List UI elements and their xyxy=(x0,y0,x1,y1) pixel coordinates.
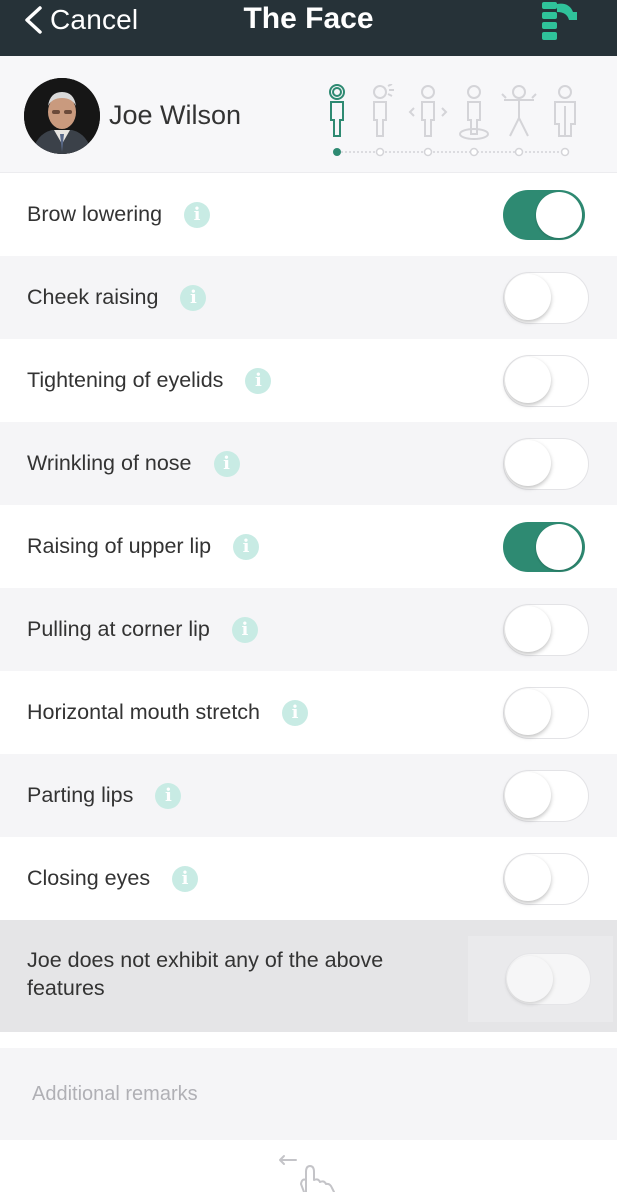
feature-row-tightening-eyelids: Tightening of eyelids i xyxy=(0,339,617,422)
feature-toggle[interactable] xyxy=(503,603,589,656)
info-icon[interactable]: i xyxy=(231,616,258,643)
info-icon[interactable]: i xyxy=(184,201,211,228)
person-floor-icon[interactable] xyxy=(459,85,489,140)
feature-toggle[interactable] xyxy=(503,189,585,240)
toggle-knob xyxy=(507,955,553,1002)
feature-label: Raising of upper lip xyxy=(27,534,212,558)
feature-toggle[interactable] xyxy=(503,271,589,324)
person-full-icon[interactable] xyxy=(554,85,576,137)
feature-row-pulling-corner-lip: Pulling at corner lip i xyxy=(0,588,617,671)
page-title: The Face xyxy=(243,2,374,35)
toggle-knob xyxy=(505,606,551,652)
person-body-icon[interactable] xyxy=(501,85,537,137)
feature-list: Brow lowering i Cheek raising i Tighteni… xyxy=(0,173,617,920)
feature-label: Horizontal mouth stretch xyxy=(27,700,261,724)
feature-toggle[interactable] xyxy=(503,354,589,407)
info-icon[interactable]: i xyxy=(282,699,309,726)
feature-label: Cheek raising xyxy=(27,285,159,309)
feature-toggle[interactable] xyxy=(503,852,589,905)
person-speech-icon[interactable] xyxy=(373,84,394,137)
feature-toggle[interactable] xyxy=(503,769,589,822)
app-logo-icon xyxy=(542,2,577,40)
toggle-knob xyxy=(505,357,551,403)
feature-toggle[interactable] xyxy=(503,521,585,572)
feature-label: Parting lips xyxy=(27,783,134,807)
additional-remarks-field[interactable]: Additional remarks xyxy=(0,1048,617,1140)
toggle-knob xyxy=(536,191,582,238)
person-arrows-icon[interactable] xyxy=(408,85,448,137)
person-head-icon[interactable] xyxy=(329,84,345,137)
stage-dot xyxy=(514,147,524,157)
stage-dot-active xyxy=(333,148,341,156)
stage-dot xyxy=(469,147,479,157)
feature-row-cheek-raising: Cheek raising i xyxy=(0,256,617,339)
patient-header: Joe Wilson xyxy=(0,56,617,173)
none-of-above-row: Joe does not exhibit any of the above fe… xyxy=(0,920,617,1032)
info-icon[interactable]: i xyxy=(172,865,199,892)
info-icon[interactable]: i xyxy=(213,450,240,477)
nav-bar: Cancel The Face xyxy=(0,0,617,56)
avatar[interactable] xyxy=(24,78,100,154)
none-of-above-label: Joe does not exhibit any of the above fe… xyxy=(27,948,384,1000)
none-toggle-container xyxy=(468,936,613,1022)
feature-toggle[interactable] xyxy=(503,686,589,739)
feature-label: Closing eyes xyxy=(27,866,151,890)
info-icon[interactable]: i xyxy=(245,367,272,394)
avatar-photo-icon xyxy=(24,78,100,154)
feature-label: Tightening of eyelids xyxy=(27,368,224,392)
info-icon[interactable]: i xyxy=(155,782,182,809)
feature-row-closing-eyes: Closing eyes i xyxy=(0,837,617,920)
feature-row-raising-upper-lip: Raising of upper lip i xyxy=(0,505,617,588)
swipe-back-hand-icon[interactable] xyxy=(276,1150,342,1192)
feature-toggle[interactable] xyxy=(503,437,589,490)
stage-dot xyxy=(560,147,570,157)
toggle-knob xyxy=(505,274,551,320)
feature-row-parting-lips: Parting lips i xyxy=(0,754,617,837)
toggle-knob xyxy=(505,440,551,486)
stage-progress xyxy=(329,84,576,157)
none-of-above-toggle[interactable] xyxy=(505,953,591,1005)
toggle-knob xyxy=(536,523,582,570)
feature-label: Brow lowering xyxy=(27,202,163,226)
feature-row-wrinkling-nose: Wrinkling of nose i xyxy=(0,422,617,505)
feature-label: Pulling at corner lip xyxy=(27,617,210,641)
feature-label: Wrinkling of nose xyxy=(27,451,192,475)
stage-dot xyxy=(423,147,433,157)
spacer xyxy=(0,1032,617,1048)
toggle-knob xyxy=(505,689,551,735)
remarks-placeholder: Additional remarks xyxy=(32,1082,198,1105)
info-icon[interactable]: i xyxy=(233,533,260,560)
info-icon[interactable]: i xyxy=(180,284,207,311)
patient-name: Joe Wilson xyxy=(109,100,242,130)
feature-row-brow-lowering: Brow lowering i xyxy=(0,173,617,256)
feature-row-horizontal-mouth-stretch: Horizontal mouth stretch i xyxy=(0,671,617,754)
toggle-knob xyxy=(505,855,551,901)
toggle-knob xyxy=(505,772,551,818)
stage-dot xyxy=(375,147,385,157)
